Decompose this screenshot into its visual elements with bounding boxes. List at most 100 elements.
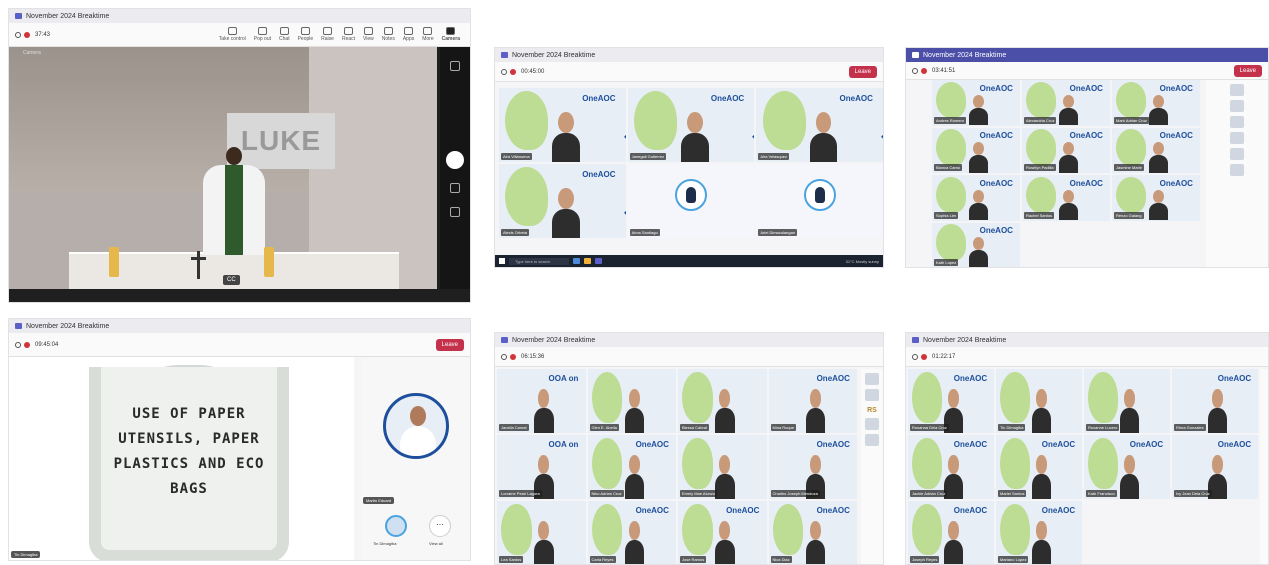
participant-tile[interactable]: OneAOC Rhea Gonzales — [1172, 369, 1258, 433]
participant-tile[interactable]: OneAOC Sophia Lim — [932, 175, 1020, 221]
participant-tile[interactable]: OneAOC Ivy Jean Dela Cruz — [1172, 435, 1258, 499]
participant-tile[interactable]: OneAOC Janegail Gutierrez — [627, 88, 755, 162]
shot-grid9: November 2024 Breaktime 01:22:17 OneAOC R… — [905, 332, 1269, 565]
participant-tile[interactable]: OneAOC Andres Romero — [932, 80, 1020, 126]
start-icon[interactable] — [499, 258, 505, 264]
share-circle-button[interactable] — [446, 151, 464, 169]
more-button[interactable]: More — [422, 27, 434, 42]
title-bar: November 2024 Breaktime — [9, 319, 470, 333]
raise-button[interactable]: Raise — [321, 27, 334, 42]
participant-tile[interactable]: OneAOC Nica Diaz — [768, 501, 857, 564]
record-icon — [24, 31, 30, 38]
participant-tile[interactable]: OneAOC Joseph Reyes — [908, 501, 994, 564]
participant-tile[interactable]: Roxanne Lucero — [1084, 369, 1170, 433]
leave-button[interactable]: Leave — [435, 338, 464, 351]
rail-icon[interactable] — [450, 207, 460, 217]
participant-thumb[interactable] — [1230, 116, 1244, 128]
participant-tile[interactable]: OneAOC Kath Francisco — [1084, 435, 1170, 499]
participant-tile[interactable]: OneAOC Roselyn Padilla — [1022, 127, 1110, 173]
participant-thumb[interactable] — [1230, 148, 1244, 160]
participant-thumb[interactable] — [1230, 84, 1244, 96]
leave-button[interactable]: Leave — [1233, 64, 1262, 77]
teams-icon — [912, 337, 919, 343]
people-button[interactable]: People — [298, 27, 313, 42]
shield-icon — [15, 31, 21, 38]
participant-tile[interactable]: Alma Santiago — [627, 164, 755, 238]
apps-button[interactable]: Apps — [403, 27, 414, 42]
participant-tile[interactable]: OneAOC Mina Roque — [768, 369, 857, 433]
participant-thumb[interactable] — [1230, 100, 1244, 112]
rail-icon[interactable] — [450, 183, 460, 193]
bottom-participant-name: Tin Dimagiba — [373, 541, 397, 546]
leave-button[interactable]: Leave — [848, 65, 877, 78]
participant-tile[interactable]: OneAOC Rosanna Dela Cruz — [908, 369, 994, 433]
window-title: November 2024 Breaktime — [26, 12, 110, 20]
participant-tile[interactable]: OneAOC Alexandria Cruz — [1022, 80, 1110, 126]
shot-grid12: November 2024 Breaktime 06:15:36 OOA on J… — [494, 332, 884, 565]
pop-out-button[interactable]: Pop out — [254, 27, 271, 42]
participant-tile[interactable]: OneAOC Aira Velasquez — [756, 88, 883, 162]
taskbar-app-icon[interactable] — [584, 258, 591, 264]
avatar[interactable] — [385, 515, 407, 537]
participant-tile[interactable]: OneAOC Mariano Lopez — [996, 501, 1082, 564]
teams-icon — [912, 52, 919, 58]
participant-thumb[interactable] — [1230, 132, 1244, 144]
participant-tile[interactable]: OneAOC Alexis Orbeta — [499, 164, 626, 238]
participant-thumb[interactable] — [1230, 164, 1244, 176]
participant-thumb[interactable] — [865, 389, 879, 401]
participant-tile[interactable]: Emely Mae Alonzo — [678, 435, 767, 499]
participant-tile[interactable]: Tin Dimagiba — [996, 369, 1082, 433]
participant-tile[interactable]: OneAOC Jose Ramos — [678, 501, 767, 564]
participant-tile[interactable]: OneAOC Mariel Santos — [996, 435, 1082, 499]
take-control-button[interactable]: Take control — [219, 27, 246, 42]
taskbar-app-icon[interactable] — [595, 258, 602, 264]
react-button[interactable]: React — [342, 27, 355, 42]
presenter-label: Tin Dimagiba — [11, 551, 41, 558]
video-grid: OneAOC Aira Villanueva OneAOC Janegail Gut… — [499, 88, 883, 238]
view-all-button[interactable]: ··· — [429, 515, 451, 537]
participant-tile[interactable]: OneAOC Carla Reyes — [587, 501, 676, 564]
participant-thumb[interactable] — [865, 373, 879, 385]
participant-tile[interactable]: Lea Santos — [497, 501, 586, 564]
notes-button[interactable]: Notes — [382, 27, 395, 42]
shield-icon — [15, 341, 21, 348]
participant-thumb[interactable] — [865, 418, 879, 430]
meeting-toolbar: 00:45:00 Leave — [495, 62, 883, 82]
participant-tile[interactable]: Blessa Cabral — [678, 369, 767, 433]
participant-tile[interactable]: OneAOC Kath Lopez — [932, 222, 1020, 267]
captions-button[interactable]: CC — [223, 275, 240, 285]
participant-tile[interactable]: OneAOC Charles Joseph Mendoza — [768, 435, 857, 499]
participant-tile[interactable]: Glen E. Abella — [587, 369, 676, 433]
participant-tile[interactable]: OneAOC Niko Adrian Cruz — [587, 435, 676, 499]
participant-tile[interactable]: OneAOC Aira Villanueva — [499, 88, 626, 162]
taskbar-app-icon[interactable] — [573, 258, 580, 264]
participant-tile[interactable]: OneAOC Renzo Galang — [1112, 175, 1200, 221]
title-bar: November 2024 Breaktime — [9, 9, 470, 23]
speaker-name: Martin Eduard — [363, 497, 395, 504]
participant-tile[interactable]: OneAOC Jasmine Marie — [1112, 127, 1200, 173]
slide-title: USE OF PAPER UTENSILS, PAPER PLASTICS AN… — [113, 406, 265, 497]
participant-tile[interactable]: OneAOC Mark Adrian Cruz — [1112, 80, 1200, 126]
video-grid: OneAOC Rosanna Dela Cruz Tin Dimagiba Rox… — [908, 369, 1258, 564]
expand-icon[interactable] — [450, 61, 460, 71]
participant-strip — [1260, 369, 1268, 564]
meeting-toolbar: 09:45:04 Leave — [9, 333, 470, 357]
chat-button[interactable]: Chat — [279, 27, 290, 42]
camera-button[interactable]: Camera — [442, 27, 460, 42]
shield-icon — [501, 68, 507, 75]
view-button[interactable]: View — [363, 27, 374, 42]
speaker-video[interactable] — [383, 393, 449, 459]
meeting-timer: 00:45:00 — [521, 68, 545, 75]
participant-thumb[interactable] — [865, 434, 879, 446]
participant-tile[interactable]: Ariel Dimaculangan — [756, 164, 883, 238]
teams-icon — [501, 337, 508, 343]
window-title: November 2024 Breaktime — [923, 51, 1007, 59]
windows-taskbar: Type here to search 31°C Mostly sunny — [495, 255, 883, 267]
taskbar-search[interactable]: Type here to search — [509, 257, 569, 265]
participant-tile[interactable]: OneAOC Bianca Camo — [932, 127, 1020, 173]
participant-tile[interactable]: OOA on Lorraine Pearl Lagura — [497, 435, 586, 499]
participant-tile[interactable]: OneAOC Rachel Santos — [1022, 175, 1110, 221]
participant-tile[interactable]: OOA on Janella Camat — [497, 369, 586, 433]
title-bar: November 2024 Breaktime — [495, 48, 883, 62]
participant-tile[interactable]: OneAOC Jackie Adrian Cruz — [908, 435, 994, 499]
